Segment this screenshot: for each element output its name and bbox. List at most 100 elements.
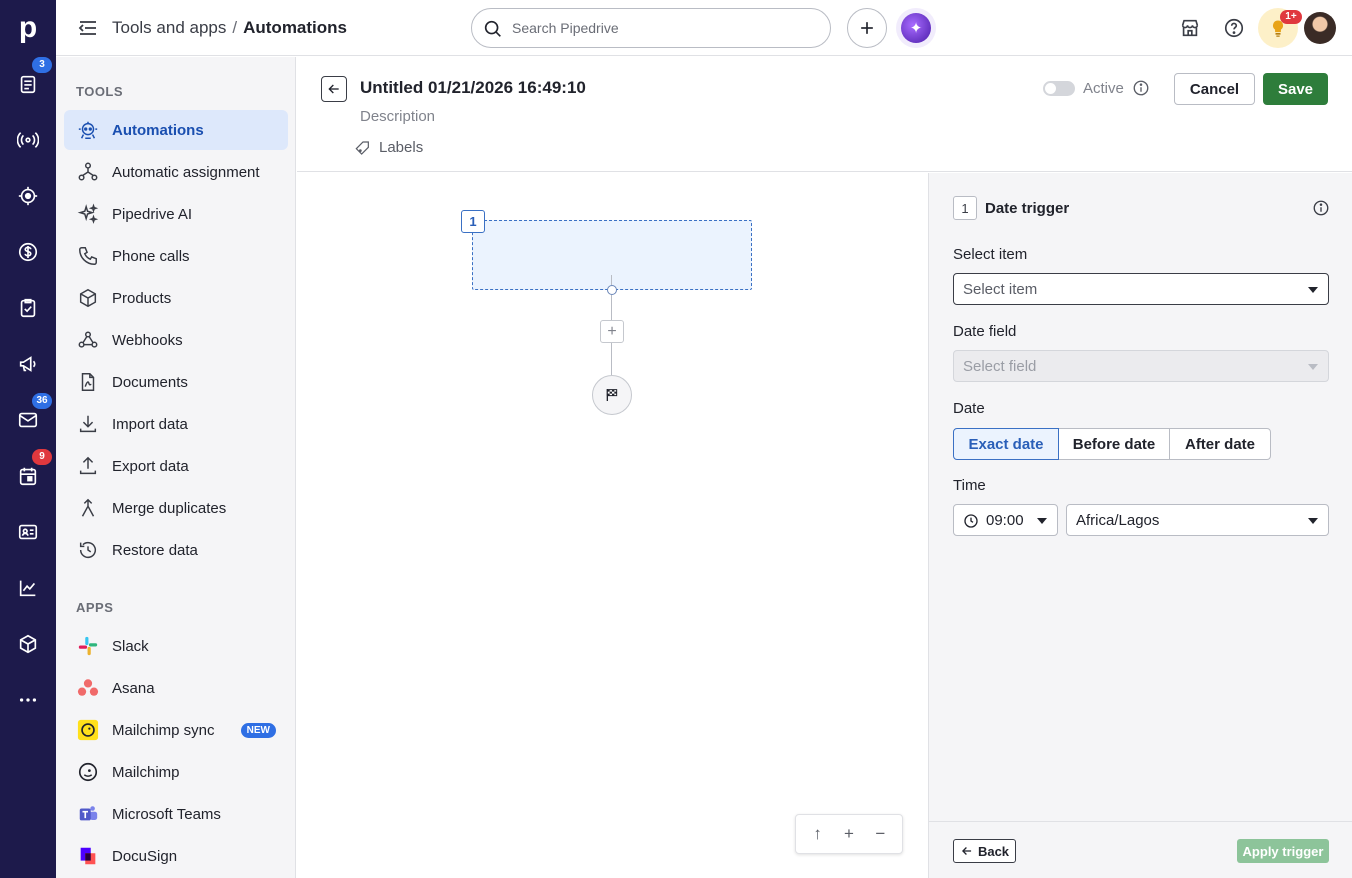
sidebar-item-restore-data[interactable]: Restore data bbox=[64, 530, 288, 570]
left-rail: p 3 36 9 bbox=[0, 0, 56, 878]
sidebar-item-label: Webhooks bbox=[112, 331, 183, 349]
automation-title[interactable]: Untitled 01/21/2026 16:49:10 bbox=[360, 78, 586, 98]
contacts-icon[interactable] bbox=[14, 518, 42, 546]
docusign-icon bbox=[76, 844, 100, 868]
select-item-label: Select item bbox=[953, 246, 1028, 263]
mail-icon[interactable] bbox=[14, 406, 42, 434]
connector-line bbox=[611, 295, 612, 320]
sidebar-item-automatic-assignment[interactable]: Automatic assignment bbox=[64, 152, 288, 192]
exact-date-option[interactable]: Exact date bbox=[953, 428, 1059, 460]
tools-section-title: TOOLS bbox=[76, 84, 124, 99]
time-dropdown[interactable]: 09:00 bbox=[953, 504, 1058, 536]
before-date-option[interactable]: Before date bbox=[1058, 428, 1170, 460]
sidebar-item-products[interactable]: Products bbox=[64, 278, 288, 318]
connector-line bbox=[611, 343, 612, 375]
arrow-left-icon bbox=[328, 84, 339, 94]
slack-icon bbox=[76, 634, 100, 658]
asana-icon bbox=[76, 676, 100, 700]
sidebar-item-label: Automations bbox=[112, 121, 204, 139]
search-icon bbox=[484, 20, 501, 37]
connector-dot[interactable] bbox=[607, 285, 617, 295]
labels-button[interactable]: Labels bbox=[355, 139, 423, 156]
sidebar-item-slack[interactable]: Slack bbox=[64, 626, 288, 666]
sidebar-item-documents[interactable]: Documents bbox=[64, 362, 288, 402]
cancel-button[interactable]: Cancel bbox=[1174, 73, 1255, 105]
info-icon[interactable] bbox=[1312, 199, 1330, 217]
sidebar-item-label: Export data bbox=[112, 457, 189, 475]
sidebar-item-pipedrive-ai[interactable]: Pipedrive AI bbox=[64, 194, 288, 234]
date-field-dropdown[interactable]: Select field bbox=[953, 350, 1329, 382]
chevron-down-icon bbox=[1308, 287, 1318, 293]
sidebar-item-mailchimp-sync[interactable]: Mailchimp sync NEW bbox=[64, 710, 288, 750]
menu-collapse-icon[interactable] bbox=[76, 16, 100, 40]
apply-trigger-button[interactable]: Apply trigger bbox=[1237, 839, 1329, 863]
export-icon bbox=[76, 454, 100, 478]
back-button[interactable]: Back bbox=[953, 839, 1016, 863]
sidebar-item-label: Microsoft Teams bbox=[112, 805, 221, 823]
quick-add-button[interactable] bbox=[847, 8, 887, 48]
tasks-icon[interactable] bbox=[14, 294, 42, 322]
workflow-canvas[interactable]: 1 + ↑ + − bbox=[297, 173, 928, 878]
after-date-option[interactable]: After date bbox=[1169, 428, 1271, 460]
select-item-dropdown[interactable]: Select item bbox=[953, 273, 1329, 305]
active-toggle[interactable] bbox=[1043, 81, 1075, 96]
broadcast-icon[interactable] bbox=[14, 126, 42, 154]
pipedrive-logo[interactable]: p bbox=[0, 0, 56, 56]
zoom-out-button[interactable]: − bbox=[868, 822, 892, 846]
calendar-icon[interactable] bbox=[14, 462, 42, 490]
chevron-down-icon bbox=[1308, 518, 1318, 524]
sidebar-item-automations[interactable]: Automations bbox=[64, 110, 288, 150]
teams-icon bbox=[76, 802, 100, 826]
search-box[interactable] bbox=[471, 8, 831, 48]
zoom-in-button[interactable]: + bbox=[837, 822, 861, 846]
search-input[interactable] bbox=[512, 20, 792, 36]
back-arrow-button[interactable] bbox=[321, 76, 347, 102]
tips-badge: 1+ bbox=[1280, 10, 1302, 24]
mail-badge: 36 bbox=[32, 393, 52, 409]
description-field[interactable]: Description bbox=[360, 108, 435, 125]
sidebar-item-import-data[interactable]: Import data bbox=[64, 404, 288, 444]
insights-icon[interactable] bbox=[14, 574, 42, 602]
breadcrumb-parent[interactable]: Tools and apps bbox=[112, 18, 226, 37]
sidebar-item-label: Asana bbox=[112, 679, 155, 697]
target-icon[interactable] bbox=[14, 182, 42, 210]
sidebar-item-phone-calls[interactable]: Phone calls bbox=[64, 236, 288, 276]
sidebar-item-mailchimp[interactable]: Mailchimp bbox=[64, 752, 288, 792]
campaigns-icon[interactable] bbox=[14, 350, 42, 378]
leads-icon[interactable] bbox=[14, 70, 42, 98]
tips-button[interactable]: 1+ bbox=[1258, 8, 1302, 48]
sidebar-item-export-data[interactable]: Export data bbox=[64, 446, 288, 486]
arrow-left-icon bbox=[961, 847, 972, 855]
restore-icon bbox=[76, 538, 100, 562]
chevron-down-icon bbox=[1308, 364, 1318, 370]
help-icon[interactable] bbox=[1220, 14, 1248, 42]
save-button[interactable]: Save bbox=[1263, 73, 1328, 105]
more-icon[interactable] bbox=[14, 686, 42, 714]
sidebar-item-merge-duplicates[interactable]: Merge duplicates bbox=[64, 488, 288, 528]
products-rail-icon[interactable] bbox=[14, 630, 42, 658]
back-label: Back bbox=[977, 843, 1010, 859]
timezone-value: Africa/Lagos bbox=[1076, 511, 1160, 529]
ai-assistant-button[interactable]: ✦ bbox=[896, 8, 936, 48]
time-value: 09:00 bbox=[986, 511, 1024, 529]
sidebar-item-webhooks[interactable]: Webhooks bbox=[64, 320, 288, 360]
deals-icon[interactable] bbox=[14, 238, 42, 266]
sidebar-item-docusign[interactable]: DocuSign bbox=[64, 836, 288, 876]
trigger-node[interactable] bbox=[472, 220, 752, 290]
document-icon bbox=[76, 370, 100, 394]
info-icon[interactable] bbox=[1132, 79, 1150, 97]
finish-flag-icon bbox=[606, 389, 618, 401]
phone-icon bbox=[76, 244, 100, 268]
add-step-button[interactable]: + bbox=[600, 320, 624, 343]
mailchimp-icon bbox=[76, 760, 100, 784]
user-avatar[interactable] bbox=[1304, 12, 1336, 44]
robot-icon bbox=[76, 118, 100, 142]
clock-icon bbox=[964, 514, 978, 528]
sidebar-item-label: Phone calls bbox=[112, 247, 190, 265]
timezone-dropdown[interactable]: Africa/Lagos bbox=[1066, 504, 1329, 536]
sidebar: TOOLS Automations Automatic assignment P… bbox=[56, 57, 296, 878]
fit-up-button[interactable]: ↑ bbox=[806, 822, 830, 846]
sidebar-item-asana[interactable]: Asana bbox=[64, 668, 288, 708]
sidebar-item-microsoft-teams[interactable]: Microsoft Teams bbox=[64, 794, 288, 834]
marketplace-icon[interactable] bbox=[1176, 14, 1204, 42]
